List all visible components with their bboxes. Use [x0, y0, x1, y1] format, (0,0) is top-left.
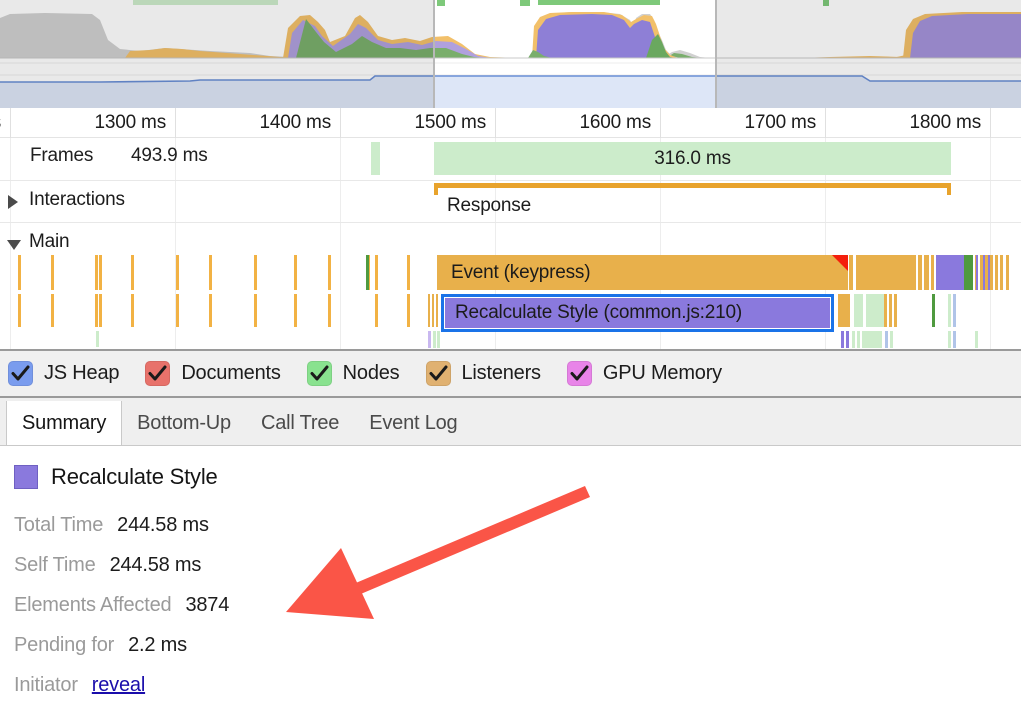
summary-value: 244.58 ms — [109, 554, 202, 576]
counter-label: Listeners — [461, 362, 542, 384]
summary-key: Pending for — [14, 634, 115, 656]
frame-bar[interactable] — [371, 142, 380, 175]
track-interactions-label: Interactions — [29, 189, 125, 210]
track-frames[interactable]: Frames 493.9 ms 316.0 ms — [0, 138, 1021, 180]
timeline-tracks[interactable]: Frames 493.9 ms 316.0 ms Interactions Re… — [0, 138, 1021, 349]
counter-label: JS Heap — [44, 362, 120, 384]
counter-toggle-js-heap[interactable]: JS Heap — [8, 361, 120, 386]
counter-label: GPU Memory — [602, 362, 722, 384]
summary-value: 2.2 ms — [128, 634, 187, 656]
overview-selection-handle-left[interactable] — [433, 0, 435, 108]
summary-value: 244.58 ms — [117, 514, 209, 536]
checkbox-checked-icon[interactable] — [566, 361, 592, 386]
ruler-tick-label: 1800 ms — [909, 112, 982, 133]
overview-memory-chart — [0, 62, 1021, 108]
ruler-tick-label: 1700 ms — [744, 112, 817, 133]
summary-row-initiator: Initiator reveal — [14, 674, 229, 712]
summary-header: Recalculate Style — [14, 464, 218, 490]
summary-row-pending-for: Pending for 2.2 ms — [14, 634, 229, 674]
flame-event-label: Recalculate Style (common.js:210) — [455, 302, 742, 323]
counter-toggle-gpu-memory[interactable]: GPU Memory — [566, 361, 722, 386]
timeline-ruler[interactable]: s 1300 ms 1400 ms 1500 ms 1600 ms 1700 m… — [0, 108, 1021, 138]
tab-call-tree[interactable]: Call Tree — [246, 401, 354, 445]
chevron-right-icon[interactable] — [8, 195, 18, 209]
ruler-tick-label: 1500 ms — [414, 112, 487, 133]
track-main-label: Main — [29, 231, 70, 252]
ruler-tick-label: 1300 ms — [94, 112, 167, 133]
summary-rows: Total Time 244.58 ms Self Time 244.58 ms… — [14, 514, 229, 712]
ruler-tick-label: 1400 ms — [259, 112, 332, 133]
detail-tabbar[interactable]: Summary Bottom-Up Call Tree Event Log — [0, 398, 1021, 446]
checkbox-checked-icon[interactable] — [425, 361, 451, 386]
checkbox-checked-icon[interactable] — [306, 361, 332, 386]
flame-event-label: Event (keypress) — [451, 261, 591, 283]
summary-value: 3874 — [185, 594, 230, 616]
ruler-tick-label: 1600 ms — [579, 112, 652, 133]
counter-toggle-listeners[interactable]: Listeners — [425, 361, 542, 386]
track-frames-label: Frames — [30, 145, 94, 166]
summary-key: Self Time — [14, 554, 96, 576]
frame-bar[interactable]: 316.0 ms — [434, 142, 951, 175]
interaction-response-label: Response — [447, 195, 531, 216]
track-main[interactable]: Main Event (keypress) Recalculate Style … — [0, 223, 1021, 349]
tab-event-log[interactable]: Event Log — [354, 401, 472, 445]
counters-toolbar[interactable]: JS Heap Documents Nodes Listeners GPU Me… — [0, 349, 1021, 398]
initiator-reveal-link[interactable]: reveal — [92, 674, 145, 697]
summary-key: Total Time — [14, 514, 104, 536]
overview-cpu-chart — [0, 6, 1021, 62]
counter-label: Documents — [181, 362, 281, 384]
counter-toggle-documents[interactable]: Documents — [145, 361, 281, 386]
summary-event-title: Recalculate Style — [51, 464, 218, 489]
overview-selection-handle-right[interactable] — [715, 0, 717, 108]
checkbox-checked-icon[interactable] — [8, 361, 33, 386]
chevron-down-icon[interactable] — [7, 240, 21, 250]
summary-row-elements-affected: Elements Affected 3874 — [14, 594, 229, 634]
tab-bottom-up[interactable]: Bottom-Up — [122, 401, 246, 445]
summary-row-total-time: Total Time 244.58 ms — [14, 514, 229, 554]
summary-key: Elements Affected — [14, 594, 172, 616]
summary-key: Initiator — [14, 674, 78, 696]
summary-row-self-time: Self Time 244.58 ms — [14, 554, 229, 594]
counter-toggle-nodes[interactable]: Nodes — [306, 361, 400, 386]
flame-event-recalculate-style[interactable]: Recalculate Style (common.js:210) — [441, 294, 834, 332]
flame-event-keypress[interactable]: Event (keypress) — [437, 255, 848, 290]
track-interactions[interactable]: Interactions Response — [0, 181, 1021, 222]
ruler-tick-label: s — [0, 112, 10, 134]
tab-summary[interactable]: Summary — [6, 401, 123, 445]
event-color-swatch — [14, 465, 38, 489]
performance-overview[interactable] — [0, 0, 1021, 108]
checkbox-checked-icon[interactable] — [145, 361, 171, 386]
interaction-response-bracket[interactable] — [434, 183, 951, 195]
main-flame-chart[interactable]: Event (keypress) Recalculate Style (comm… — [0, 255, 1021, 349]
summary-panel: Recalculate Style Total Time 244.58 ms S… — [0, 446, 1021, 712]
counter-label: Nodes — [342, 362, 400, 384]
devtools-performance-panel: s 1300 ms 1400 ms 1500 ms 1600 ms 1700 m… — [0, 0, 1021, 712]
frame-duration-left: 493.9 ms — [131, 145, 208, 166]
warning-triangle-icon — [832, 255, 848, 271]
